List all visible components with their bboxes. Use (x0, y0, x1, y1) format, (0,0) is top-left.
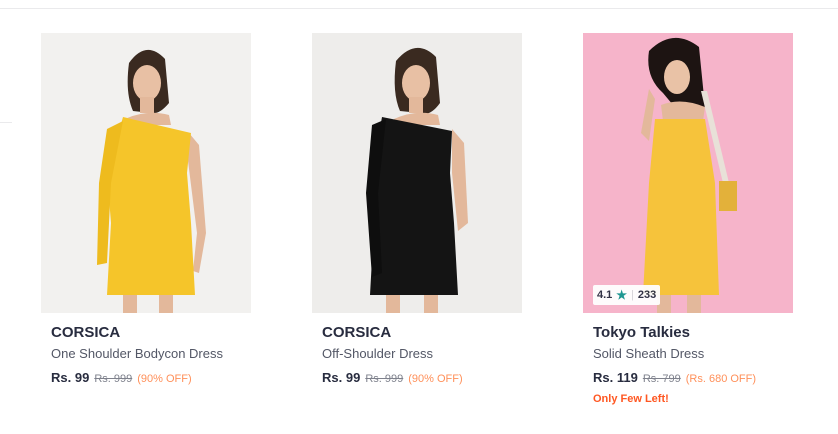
discount-label: (90% OFF) (408, 373, 463, 385)
product-image[interactable] (41, 33, 251, 313)
rating-badge: 4.1 ★ | 233 (593, 285, 661, 305)
stock-note: Only Few Left! (593, 393, 669, 405)
product-brand: Tokyo Talkies (593, 324, 690, 341)
selling-price: Rs. 119 (593, 370, 638, 385)
product-brand: CORSICA (51, 324, 121, 341)
rating-count: 233 (637, 289, 657, 301)
product-price-row: Rs. 99 Rs. 999 (90% OFF) (51, 370, 251, 385)
discount-label: (Rs. 680 OFF) (685, 373, 757, 385)
original-price: Rs. 999 (365, 373, 404, 385)
selling-price: Rs. 99 (51, 370, 90, 385)
star-icon: ★ (616, 288, 628, 302)
product-image[interactable]: 4.1 ★ | 233 (583, 33, 793, 313)
discount-label: (90% OFF) (137, 373, 192, 385)
rating-value: 4.1 (597, 289, 613, 301)
original-price: Rs. 999 (94, 373, 133, 385)
selling-price: Rs. 99 (322, 370, 361, 385)
product-brand: CORSICA (322, 324, 392, 341)
product-grid: CORSICA One Shoulder Bodycon Dress Rs. 9… (41, 33, 793, 405)
left-divider (0, 122, 12, 123)
original-price: Rs. 799 (642, 373, 681, 385)
product-name: Solid Sheath Dress (593, 346, 705, 361)
product-price-row: Rs. 99 Rs. 999 (90% OFF) (322, 370, 522, 385)
product-card[interactable]: 4.1 ★ | 233 Tokyo Talkies Solid Sheath D… (583, 33, 793, 405)
product-name: Off-Shoulder Dress (322, 346, 434, 361)
rating-separator: | (631, 289, 634, 301)
product-price-row: Rs. 119 Rs. 799 (Rs. 680 OFF) (593, 370, 793, 385)
product-name: One Shoulder Bodycon Dress (51, 346, 223, 361)
product-image[interactable] (312, 33, 522, 313)
product-card[interactable]: CORSICA One Shoulder Bodycon Dress Rs. 9… (41, 33, 251, 405)
product-card[interactable]: CORSICA Off-Shoulder Dress Rs. 99 Rs. 99… (312, 33, 522, 405)
top-divider (0, 8, 838, 9)
